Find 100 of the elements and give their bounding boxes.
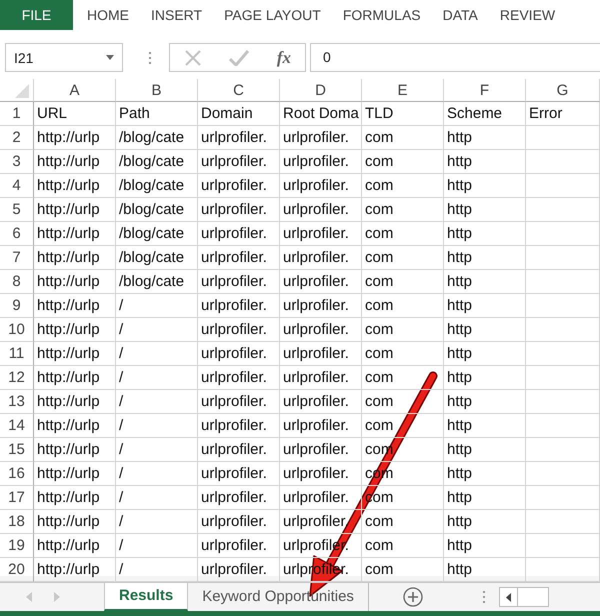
row-header[interactable]: 1 xyxy=(0,102,34,126)
table-cell: / xyxy=(116,438,198,462)
row-header[interactable]: 12 xyxy=(0,366,34,390)
table-cell: urlprofiler. xyxy=(198,414,280,438)
table-cell: urlprofiler. xyxy=(280,438,362,462)
name-box[interactable]: I21 xyxy=(5,43,123,72)
table-cell: http xyxy=(444,342,526,366)
ribbon-tab[interactable]: REVIEW xyxy=(490,0,564,30)
scroll-right-icon[interactable] xyxy=(54,592,60,602)
formula-field[interactable]: 0 xyxy=(310,43,600,72)
row-header[interactable]: 3 xyxy=(0,150,34,174)
table-cell: com xyxy=(362,318,444,342)
table-cell: urlprofiler. xyxy=(198,534,280,558)
table-cell: Domain xyxy=(198,102,280,126)
table-cell: com xyxy=(362,270,444,294)
table-cell: urlprofiler. xyxy=(198,246,280,270)
column-header[interactable]: A xyxy=(34,79,116,102)
table-cell: / xyxy=(116,486,198,510)
row-header[interactable]: 15 xyxy=(0,438,34,462)
insert-function-button[interactable]: fx xyxy=(276,48,291,68)
table-cell: com xyxy=(362,174,444,198)
row-header[interactable]: 16 xyxy=(0,462,34,486)
caret-icon[interactable] xyxy=(106,55,114,60)
table-cell: /blog/cate xyxy=(116,150,198,174)
table-cell: http://urlp xyxy=(34,438,116,462)
table-cell: http://urlp xyxy=(34,342,116,366)
table-cell: http://urlp xyxy=(34,414,116,438)
table-cell: urlprofiler. xyxy=(198,294,280,318)
ribbon-tab[interactable]: FORMULAS xyxy=(334,0,429,30)
table-cell: urlprofiler. xyxy=(280,366,362,390)
table-cell: http xyxy=(444,222,526,246)
table-cell: http xyxy=(444,318,526,342)
check-icon[interactable] xyxy=(229,50,250,66)
table-cell: urlprofiler. xyxy=(280,126,362,150)
sheet-tab[interactable]: Results xyxy=(104,582,188,610)
row-header[interactable]: 8 xyxy=(0,270,34,294)
cancel-icon[interactable] xyxy=(184,48,202,66)
table-cell: http xyxy=(444,294,526,318)
table-cell: http://urlp xyxy=(34,486,116,510)
column-header[interactable]: E xyxy=(362,79,444,102)
row-header[interactable]: 13 xyxy=(0,390,34,414)
table-cell: urlprofiler. xyxy=(280,222,362,246)
table-cell: /blog/cate xyxy=(116,126,198,150)
table-cell: http xyxy=(444,390,526,414)
table-cell: TLD xyxy=(362,102,444,126)
table-cell: http xyxy=(444,438,526,462)
column-header[interactable]: B xyxy=(116,79,198,102)
ribbon-tab[interactable]: HOME xyxy=(78,0,137,30)
row-header[interactable]: 10 xyxy=(0,318,34,342)
table-cell: urlprofiler. xyxy=(198,438,280,462)
row-header[interactable]: 19 xyxy=(0,534,34,558)
table-cell: com xyxy=(362,222,444,246)
table-cell: com xyxy=(362,534,444,558)
row-header[interactable]: 7 xyxy=(0,246,34,270)
select-all-icon[interactable] xyxy=(15,84,29,98)
row-header[interactable]: 14 xyxy=(0,414,34,438)
table-cell: /blog/cate xyxy=(116,246,198,270)
row-header[interactable]: 4 xyxy=(0,174,34,198)
table-cell: http xyxy=(444,414,526,438)
grip-icon xyxy=(482,591,485,603)
row-header[interactable]: 11 xyxy=(0,342,34,366)
column-header[interactable]: C xyxy=(198,79,280,102)
table-cell: / xyxy=(116,342,198,366)
ribbon-tab[interactable]: PAGE LAYOUT xyxy=(215,0,329,30)
row-header[interactable]: 6 xyxy=(0,222,34,246)
table-cell: http://urlp xyxy=(34,198,116,222)
row-header[interactable]: 9 xyxy=(0,294,34,318)
table-cell: urlprofiler. xyxy=(198,174,280,198)
table-cell: urlprofiler. xyxy=(198,318,280,342)
table-cell: / xyxy=(116,534,198,558)
column-header[interactable]: F xyxy=(444,79,526,102)
table-cell: urlprofiler. xyxy=(198,342,280,366)
row-header[interactable]: 18 xyxy=(0,510,34,534)
table-cell: http xyxy=(444,198,526,222)
table-cell: http xyxy=(444,534,526,558)
table-cell: http xyxy=(444,366,526,390)
ribbon-tab[interactable]: DATA xyxy=(434,0,486,30)
table-cell: com xyxy=(362,246,444,270)
table-cell: http xyxy=(444,462,526,486)
table-cell: http xyxy=(444,246,526,270)
table-cell: / xyxy=(116,462,198,486)
add-sheet-icon[interactable] xyxy=(402,587,423,607)
table-cell: com xyxy=(362,510,444,534)
table-cell: urlprofiler. xyxy=(198,366,280,390)
table-cell: urlprofiler. xyxy=(280,342,362,366)
row-header[interactable]: 2 xyxy=(0,126,34,150)
row-header[interactable]: 17 xyxy=(0,486,34,510)
table-cell: urlprofiler. xyxy=(198,462,280,486)
scroll-left-icon[interactable] xyxy=(506,592,511,602)
table-cell: http://urlp xyxy=(34,270,116,294)
table-cell: urlprofiler. xyxy=(198,198,280,222)
table-cell: Scheme xyxy=(444,102,526,126)
table-cell: /blog/cate xyxy=(116,174,198,198)
file-tab[interactable]: FILE xyxy=(0,0,73,30)
column-header[interactable]: G xyxy=(526,79,600,102)
ribbon-tab[interactable]: INSERT xyxy=(142,0,210,30)
table-cell: com xyxy=(362,126,444,150)
column-header[interactable]: D xyxy=(280,79,362,102)
row-header[interactable]: 5 xyxy=(0,198,34,222)
table-cell: com xyxy=(362,366,444,390)
